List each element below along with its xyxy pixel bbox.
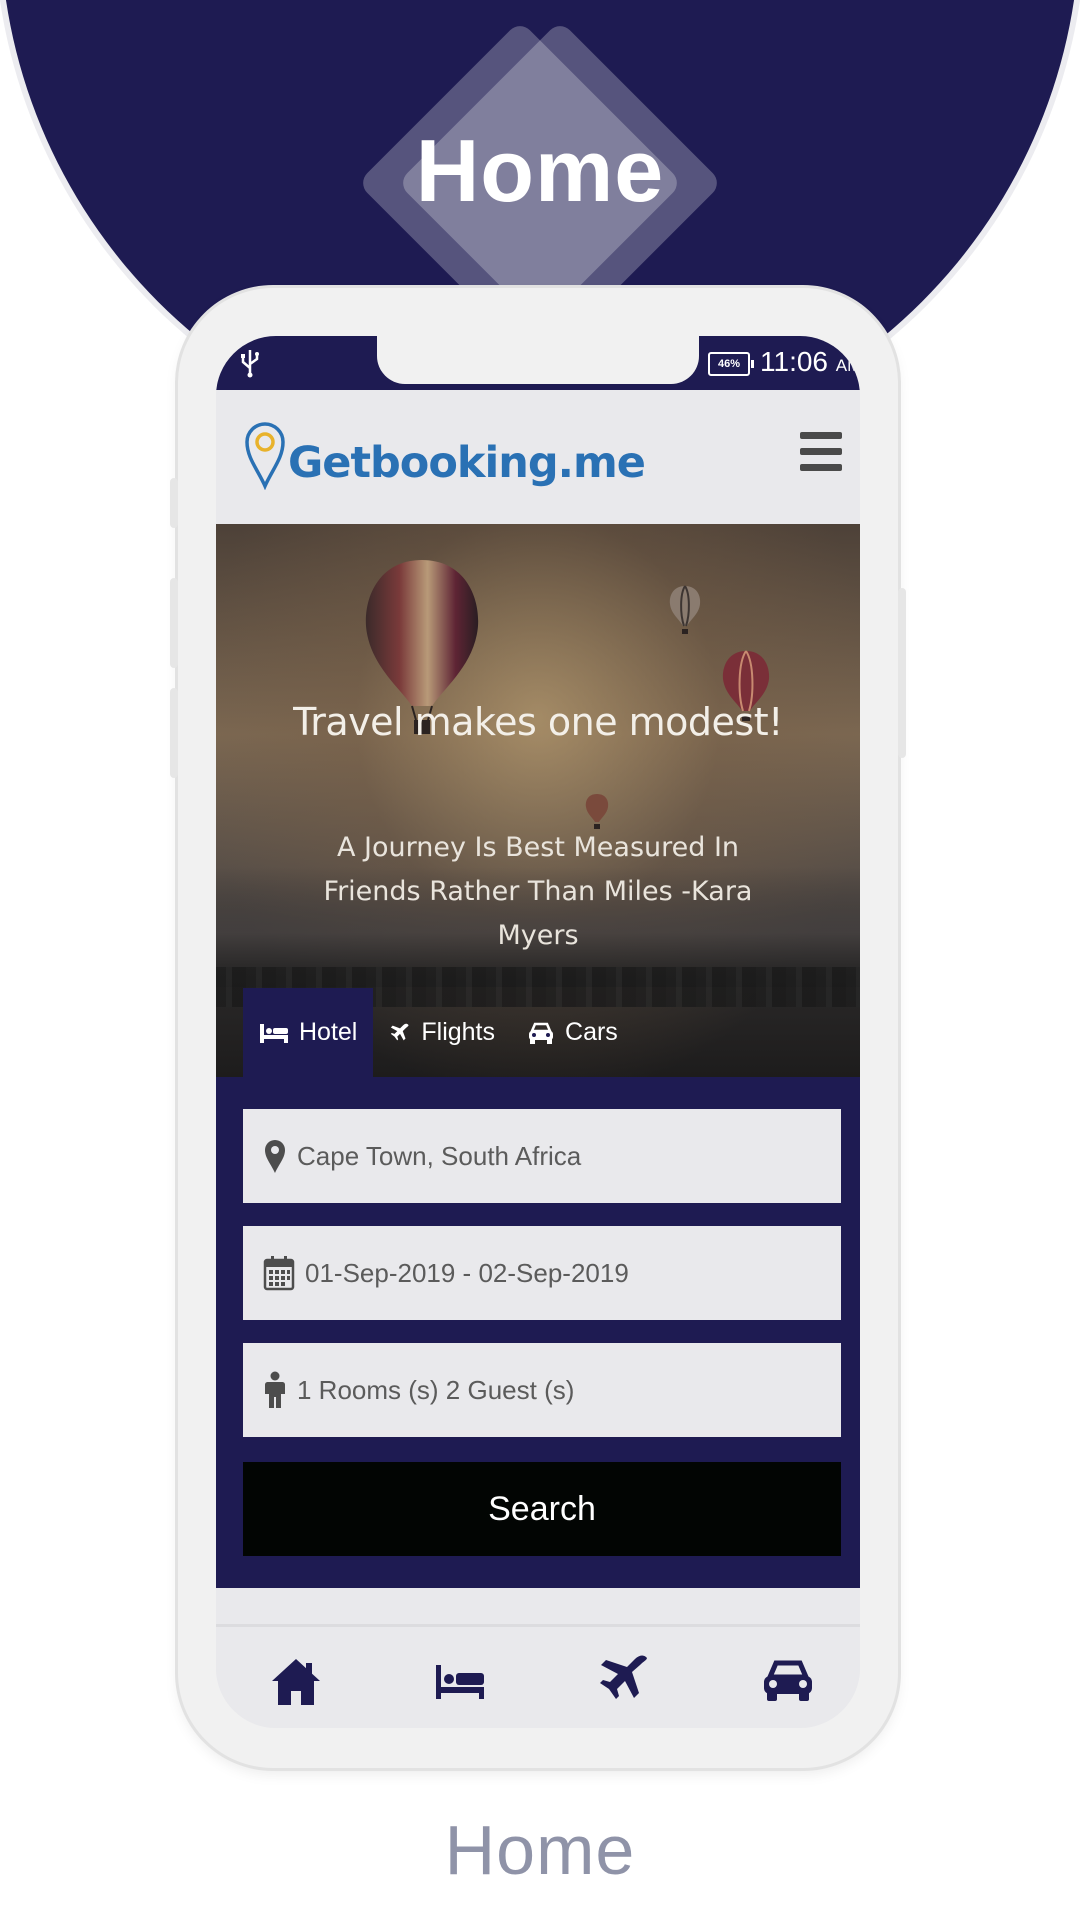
search-button[interactable]: Search: [243, 1462, 841, 1556]
hot-air-balloon-image: [669, 585, 701, 634]
tab-hotel-label: Hotel: [299, 1018, 358, 1046]
booking-tabs: Hotel Flights Cars: [243, 988, 634, 1077]
tab-hotel[interactable]: Hotel: [243, 988, 374, 1077]
location-value: Cape Town, South Africa: [297, 1140, 582, 1171]
calendar-icon: [263, 1256, 295, 1291]
home-icon[interactable]: [266, 1651, 326, 1711]
status-time: 11:06: [760, 346, 828, 377]
app-logo-text[interactable]: Getbooking.me: [288, 438, 646, 488]
plane-icon: [391, 1023, 409, 1040]
battery-icon: 46%: [708, 352, 754, 376]
phone-side-button: [898, 588, 906, 758]
date-range-field[interactable]: 01-Sep-2019 - 02-Sep-2019: [243, 1226, 841, 1320]
location-field[interactable]: Cape Town, South Africa: [243, 1109, 841, 1203]
guests-field[interactable]: 1 Rooms (s) 2 Guest (s): [243, 1343, 841, 1437]
phone-notch: [377, 336, 699, 384]
status-bar: 46% 11:06 AM: [216, 336, 860, 390]
tab-cars-label: Cars: [565, 1018, 618, 1046]
hamburger-menu-icon[interactable]: [800, 432, 842, 476]
phone-side-button: [170, 578, 178, 668]
phone-screen: 46% 11:06 AM Getbooking.me Travel makes …: [216, 336, 860, 1728]
bed-icon[interactable]: [430, 1651, 490, 1711]
guests-value: 1 Rooms (s) 2 Guest (s): [297, 1374, 575, 1405]
phone-frame: 46% 11:06 AM Getbooking.me Travel makes …: [170, 288, 906, 1768]
caption-title: Home: [444, 1811, 636, 1889]
hotel-search-form: Cape Town, South Africa 01-Sep-2019 - 02…: [216, 1077, 860, 1588]
hot-air-balloon-image: [585, 794, 609, 829]
map-marker-icon: [265, 1140, 285, 1173]
tab-cars[interactable]: Cars: [511, 988, 634, 1077]
tab-flights-label: Flights: [421, 1018, 496, 1046]
plane-icon[interactable]: [594, 1651, 654, 1711]
tab-flights[interactable]: Flights: [373, 988, 511, 1077]
hero-title: Travel makes one modest!: [293, 700, 783, 744]
hero-quote: A Journey Is Best Measured In Friends Ra…: [323, 832, 753, 951]
page-title: Home: [415, 121, 665, 220]
phone-side-button: [170, 688, 178, 778]
usb-icon: [241, 350, 259, 378]
status-ampm: AM: [835, 356, 860, 375]
phone-side-button: [170, 478, 178, 528]
bottom-navigation: [216, 1624, 860, 1728]
location-pin-logo-icon[interactable]: [244, 420, 286, 490]
car-icon: [529, 1022, 554, 1044]
person-icon: [265, 1371, 285, 1408]
hero-banner: Travel makes one modest! A Journey Is Be…: [216, 524, 860, 1077]
date-range-value: 01-Sep-2019 - 02-Sep-2019: [305, 1257, 629, 1288]
status-clock: 11:06 AM: [760, 346, 860, 378]
car-icon[interactable]: [758, 1651, 818, 1711]
bed-icon: [260, 1023, 288, 1043]
app-header: Getbooking.me: [216, 390, 860, 524]
